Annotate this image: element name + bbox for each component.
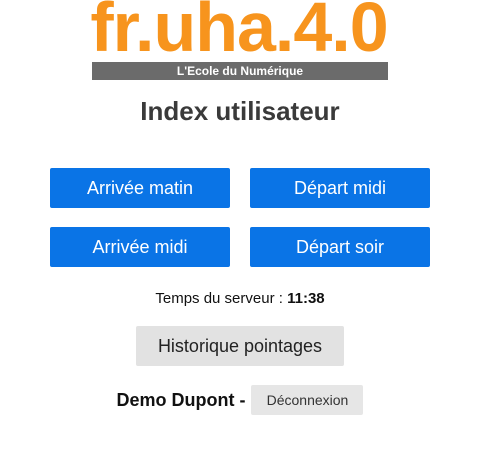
arrivee-matin-button[interactable]: Arrivée matin bbox=[50, 168, 230, 208]
user-line: Demo Dupont - Déconnexion bbox=[0, 384, 480, 416]
depart-midi-button[interactable]: Départ midi bbox=[250, 168, 430, 208]
server-time-value: 11:38 bbox=[287, 290, 325, 307]
logo-tagline: L'Ecole du Numérique bbox=[92, 62, 388, 80]
historique-pointages-button[interactable]: Historique pointages bbox=[136, 326, 344, 366]
depart-soir-button[interactable]: Départ soir bbox=[250, 227, 430, 267]
user-name: Demo Dupont - bbox=[116, 389, 246, 410]
logo: fr.uha.4.0 L'Ecole du Numérique bbox=[90, 0, 389, 80]
arrivee-midi-button[interactable]: Arrivée midi bbox=[50, 227, 230, 267]
server-time: Temps du serveur : 11:38 bbox=[0, 290, 480, 307]
server-time-label: Temps du serveur : bbox=[155, 290, 283, 307]
logout-button[interactable]: Déconnexion bbox=[251, 385, 364, 415]
page-title: Index utilisateur bbox=[140, 96, 340, 126]
logo-text: fr.uha.4.0 bbox=[90, 0, 388, 66]
